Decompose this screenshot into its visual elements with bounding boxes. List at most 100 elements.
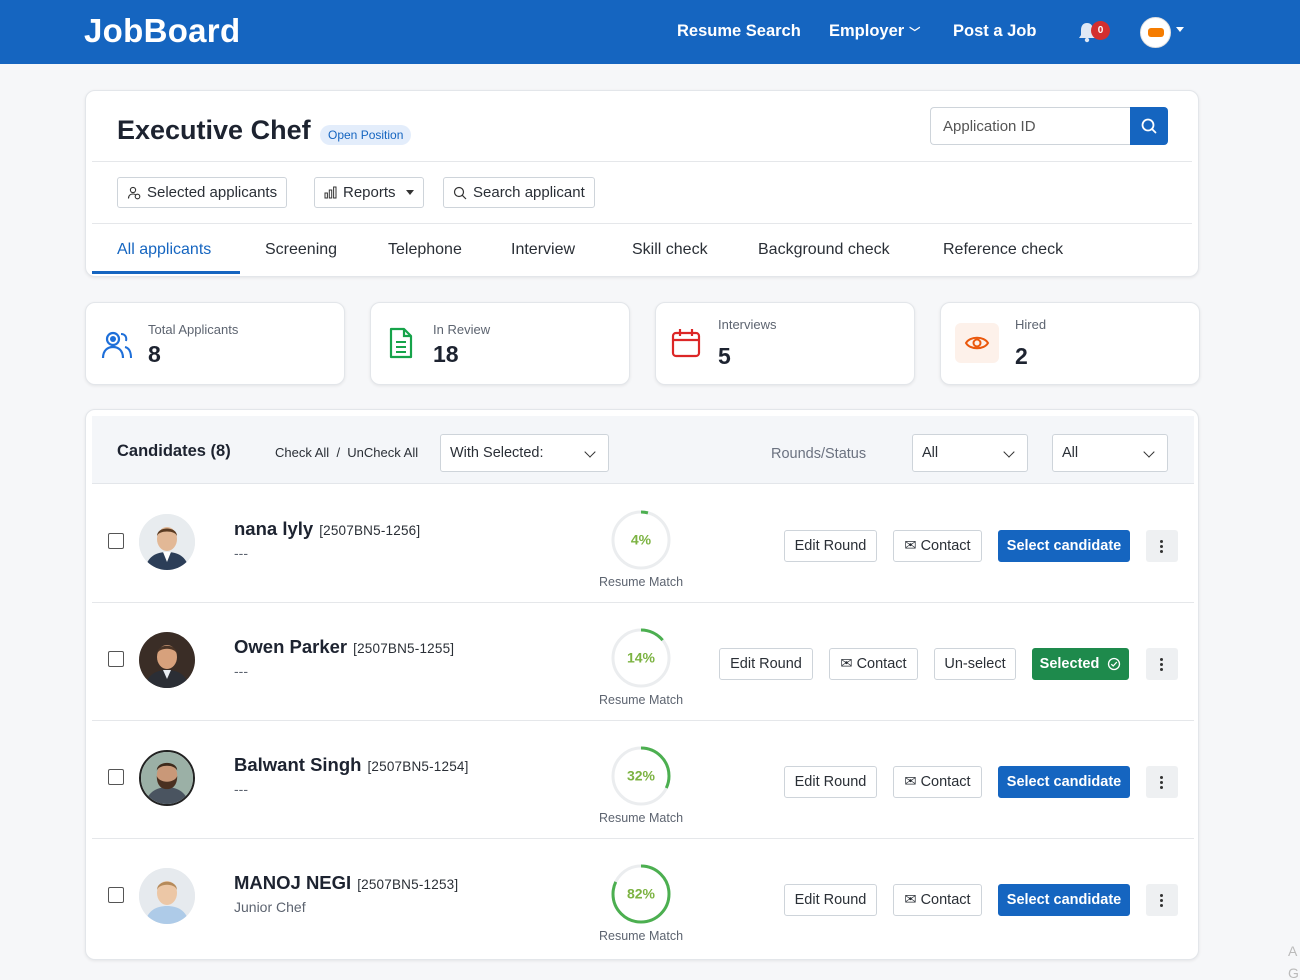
- candidate-name-line: nana lyly [2507BN5-1256]: [234, 518, 420, 540]
- tab-skill-check[interactable]: Skill check: [632, 241, 708, 259]
- more-options-button[interactable]: [1146, 884, 1178, 916]
- rounds-select[interactable]: All: [912, 434, 1028, 472]
- reports-label: Reports: [343, 184, 396, 201]
- select-candidate-button[interactable]: Select candidate: [998, 530, 1130, 562]
- nav-resume-search[interactable]: Resume Search: [677, 22, 801, 41]
- mail-icon: ✉: [904, 538, 917, 554]
- reports-dropdown[interactable]: Reports: [314, 177, 424, 208]
- nav-post-a-job[interactable]: Post a Job: [953, 22, 1036, 41]
- check-uncheck-links: Check All / UnCheck All: [275, 445, 418, 460]
- edit-round-button[interactable]: Edit Round: [784, 884, 877, 916]
- candidate-checkbox[interactable]: [108, 651, 124, 667]
- chevron-down-icon: ﹀: [909, 27, 921, 39]
- resume-match-ring: 4%: [611, 510, 671, 570]
- stat-label: Hired: [1015, 317, 1047, 332]
- candidate-name-line: Balwant Singh [2507BN5-1254]: [234, 754, 469, 776]
- tab-screening[interactable]: Screening: [265, 241, 337, 259]
- uncheck-all-link[interactable]: UnCheck All: [347, 445, 418, 460]
- divider: [92, 161, 1192, 162]
- candidate-row: nana lyly [2507BN5-1256] --- 4% Resume Ma…: [92, 485, 1194, 603]
- status-select[interactable]: All: [1052, 434, 1168, 472]
- search-button[interactable]: [1130, 107, 1168, 145]
- chevron-down-icon: [1003, 446, 1015, 458]
- more-options-button[interactable]: [1146, 530, 1178, 562]
- stat-hired: Hired 2: [940, 302, 1200, 385]
- tab-all-applicants[interactable]: All applicants: [117, 241, 211, 259]
- contact-button[interactable]: ✉ Contact: [829, 648, 918, 680]
- resume-match-label: Resume Match: [598, 811, 684, 825]
- caret-down-icon: [405, 190, 414, 195]
- contact-label: Contact: [920, 774, 971, 790]
- contact-button[interactable]: ✉ Contact: [893, 766, 982, 798]
- nav-employer[interactable]: Employer ﹀: [829, 22, 920, 41]
- candidate-code: [2507BN5-1254]: [367, 759, 469, 774]
- edit-round-button[interactable]: Edit Round: [784, 766, 877, 798]
- resume-match-ring: 14%: [611, 628, 671, 688]
- candidate-subtitle: ---: [234, 663, 248, 679]
- search-applicant-label: Search applicant: [473, 184, 585, 201]
- contact-button[interactable]: ✉ Contact: [893, 530, 982, 562]
- candidates-panel: Candidates (8) Check All / UnCheck All W…: [85, 409, 1199, 960]
- tab-reference-check[interactable]: Reference check: [943, 241, 1063, 259]
- brand-logo[interactable]: JobBoard: [84, 12, 240, 50]
- stat-value: 18: [433, 341, 459, 367]
- candidate-name[interactable]: Owen Parker: [234, 636, 347, 657]
- resume-match-ring: 32%: [611, 746, 671, 806]
- edit-round-button[interactable]: Edit Round: [784, 530, 877, 562]
- with-selected-select[interactable]: With Selected:: [440, 434, 609, 472]
- candidates-title: Candidates (8): [117, 442, 231, 460]
- status-select-value: All: [1062, 445, 1079, 461]
- candidate-checkbox[interactable]: [108, 769, 124, 785]
- selected-button[interactable]: Selected: [1032, 648, 1129, 680]
- tab-interview[interactable]: Interview: [511, 241, 575, 259]
- candidate-row: Owen Parker [2507BN5-1255] --- 14% Resume…: [92, 603, 1194, 721]
- resume-match-value: 82%: [627, 886, 656, 902]
- job-title: Executive Chef: [117, 115, 311, 145]
- tab-telephone[interactable]: Telephone: [388, 241, 462, 259]
- status-badge: Open Position: [320, 125, 412, 145]
- candidate-checkbox[interactable]: [108, 533, 124, 549]
- tab-background-check[interactable]: Background check: [758, 241, 890, 259]
- candidates-header: Candidates (8) Check All / UnCheck All W…: [92, 416, 1194, 484]
- stat-value: 5: [718, 343, 731, 369]
- candidate-checkbox[interactable]: [108, 887, 124, 903]
- job-header-card: Executive Chef Open Position Selected ap…: [85, 90, 1199, 277]
- rounds-select-value: All: [922, 445, 939, 461]
- candidate-avatar: [139, 632, 195, 688]
- check-circle-icon: [1108, 657, 1121, 671]
- candidate-code: [2507BN5-1253]: [357, 877, 459, 892]
- rounds-status-label: Rounds/Status: [771, 446, 867, 462]
- edit-round-button[interactable]: Edit Round: [719, 648, 813, 680]
- unselect-button[interactable]: Un-select: [934, 648, 1016, 680]
- chevron-down-icon: [1143, 446, 1155, 458]
- candidate-subtitle: ---: [234, 545, 248, 561]
- bar-chart-icon: [324, 186, 337, 199]
- candidate-name-line: MANOJ NEGI [2507BN5-1253]: [234, 872, 458, 894]
- check-all-link[interactable]: Check All: [275, 445, 329, 460]
- candidate-name[interactable]: MANOJ NEGI: [234, 872, 351, 893]
- candidate-code: [2507BN5-1255]: [353, 641, 455, 656]
- application-id-input[interactable]: [930, 107, 1130, 145]
- candidate-avatar: [139, 750, 195, 806]
- more-options-button[interactable]: [1146, 766, 1178, 798]
- more-options-button[interactable]: [1146, 648, 1178, 680]
- selected-applicants-button[interactable]: Selected applicants: [117, 177, 288, 208]
- stat-value: 2: [1015, 343, 1028, 369]
- user-avatar[interactable]: [1140, 17, 1171, 48]
- contact-button[interactable]: ✉ Contact: [893, 884, 982, 916]
- caret-down-icon[interactable]: [1176, 27, 1184, 32]
- candidate-name[interactable]: nana lyly: [234, 518, 313, 539]
- select-candidate-button[interactable]: Select candidate: [998, 766, 1130, 798]
- selected-applicants-label: Selected applicants: [147, 184, 278, 201]
- user-check-icon: [127, 186, 141, 199]
- nav-employer-label: Employer: [829, 22, 905, 40]
- with-selected-value: With Selected:: [450, 445, 544, 461]
- search-icon: [453, 186, 467, 199]
- resume-match-value: 4%: [631, 532, 652, 548]
- calendar-icon: [671, 329, 701, 358]
- resume-match-label: Resume Match: [598, 575, 684, 589]
- candidate-name[interactable]: Balwant Singh: [234, 754, 361, 775]
- search-applicant-button[interactable]: Search applicant: [443, 177, 595, 208]
- stat-total-applicants: Total Applicants 8: [85, 302, 345, 385]
- select-candidate-button[interactable]: Select candidate: [998, 884, 1130, 916]
